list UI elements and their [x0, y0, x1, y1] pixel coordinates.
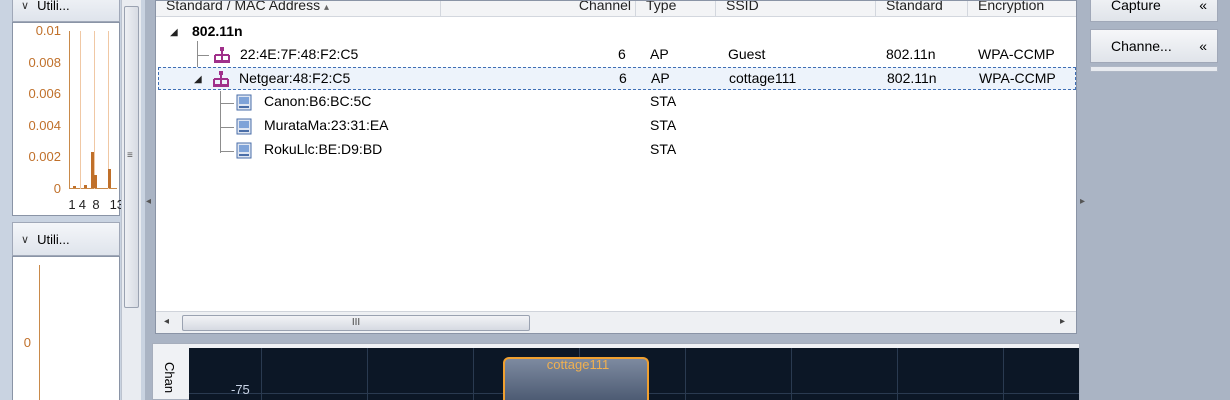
- column-header-type[interactable]: Type: [636, 1, 716, 17]
- group-row[interactable]: ◢ 802.11n: [156, 21, 1076, 44]
- row-name: Netgear:48:F2:C5: [239, 70, 351, 86]
- row-type: STA: [650, 117, 677, 133]
- scroll-grip-icon: ≡: [127, 150, 133, 161]
- collapse-chevron-icon-2[interactable]: ∨: [21, 233, 29, 246]
- row-name: RokuLlc:BE:D9:BD: [264, 141, 383, 157]
- expand-triangle-icon[interactable]: ◢: [170, 27, 178, 38]
- station-icon: [236, 94, 252, 111]
- right-splitter-grip-icon[interactable]: ▸: [1080, 196, 1085, 207]
- left-splitter-grip-icon[interactable]: ◂: [146, 196, 151, 207]
- row-encryption: WPA-CCMP: [979, 70, 1056, 86]
- scroll-left-arrow-icon[interactable]: ◂: [164, 316, 169, 327]
- utilization-panel-header-2[interactable]: ∨ Utili...: [12, 222, 120, 256]
- y-tick-label: 0.01: [35, 23, 61, 38]
- row-channel: 6: [618, 46, 626, 62]
- x-tick-label: 1: [68, 197, 76, 212]
- utilization-chart-top: 0.01 0.008 0.006 0.004 0.002 0 1 4 8 13: [12, 22, 124, 216]
- utilization-bar: [107, 169, 111, 188]
- utilization-bar: [83, 184, 87, 188]
- row-standard: 802.11n: [886, 46, 936, 62]
- left-vertical-scrollbar[interactable]: ≡: [121, 0, 141, 400]
- channels-tab[interactable]: Chan: [157, 350, 183, 400]
- left-panel: ∨ Utili... 0.01 0.008 0.006 0.004 0.002 0 1 4 8 1…: [0, 0, 145, 400]
- utilization-chart-bottom: 0: [12, 256, 120, 400]
- access-point-icon: [214, 47, 230, 63]
- horizontal-scroll-thumb[interactable]: III: [182, 315, 530, 331]
- column-header-standard[interactable]: Standard: [876, 1, 968, 17]
- row-ssid: cottage111: [729, 70, 797, 86]
- scroll-grip: III: [351, 317, 361, 328]
- station-icon: [236, 142, 252, 159]
- table-row[interactable]: MurataMa:23:31:EA STA: [156, 115, 1076, 138]
- y-tick-label: 0.008: [28, 54, 61, 70]
- row-type: STA: [650, 93, 677, 109]
- utilization-panel-header[interactable]: ∨ Utili...: [12, 0, 120, 22]
- row-encryption: WPA-CCMP: [978, 46, 1055, 62]
- x-tick-label: 8: [92, 197, 100, 212]
- network-channel-label: cottage111: [546, 357, 610, 372]
- collapse-chevron-icon[interactable]: ∨: [21, 0, 29, 12]
- column-header-encryption[interactable]: Encryption: [968, 1, 1076, 17]
- right-panel: Capture « Channe... «: [1090, 0, 1230, 400]
- utilization-panel-title-2: Utili...: [37, 231, 70, 247]
- row-channel: 6: [619, 70, 627, 86]
- column-header-ssid[interactable]: SSID: [716, 1, 876, 17]
- table-row[interactable]: 22:4E:7F:48:F2:C5 6 AP Guest 802.11n WPA…: [156, 44, 1076, 67]
- column-header-channel[interactable]: Channel: [441, 1, 636, 17]
- column-header-name[interactable]: Standard / MAC Address ▴: [156, 1, 441, 17]
- sort-ascending-icon: ▴: [323, 2, 329, 13]
- access-point-icon: [213, 71, 229, 87]
- channels-tab-label: Chan: [162, 362, 177, 394]
- station-icon: [236, 118, 252, 135]
- utilization-bar: [94, 175, 97, 188]
- network-channel-shape[interactable]: cottage111: [503, 357, 649, 400]
- table-header: Standard / MAC Address ▴ Channel Type SS…: [156, 1, 1076, 17]
- utilization-panel-title: Utili...: [37, 0, 70, 13]
- y-tick-label: 0.006: [28, 86, 61, 102]
- capture-panel-button[interactable]: Capture «: [1090, 0, 1218, 22]
- channels-label: Channe...: [1111, 38, 1172, 54]
- capture-label: Capture: [1111, 0, 1161, 13]
- spectrum-panel: Chan -75 cottage111: [152, 343, 1080, 400]
- table-row[interactable]: RokuLlc:BE:D9:BD STA: [156, 139, 1076, 162]
- row-standard: 802.11n: [887, 70, 937, 86]
- spectrum-y-tick: -75: [231, 382, 250, 397]
- row-type: STA: [650, 141, 677, 157]
- collapse-icon[interactable]: «: [1199, 38, 1207, 54]
- y-tick-label: 0.002: [28, 149, 61, 165]
- y-tick-label: 0: [53, 181, 61, 196]
- spectrum-view: -75 cottage111: [189, 348, 1079, 400]
- y-tick-label: 0.004: [28, 117, 61, 133]
- row-type: AP: [650, 46, 669, 62]
- table-row[interactable]: Canon:B6:BC:5C STA: [156, 91, 1076, 114]
- row-name: MurataMa:23:31:EA: [264, 117, 389, 133]
- scroll-right-arrow-icon[interactable]: ▸: [1060, 316, 1065, 327]
- table-horizontal-scrollbar[interactable]: ◂ III ▸: [156, 311, 1076, 333]
- group-label: 802.11n: [192, 23, 243, 39]
- x-tick-label: 4: [78, 197, 86, 212]
- row-name: 22:4E:7F:48:F2:C5: [240, 46, 359, 62]
- channels-panel-button[interactable]: Channe... «: [1090, 29, 1218, 63]
- row-type: AP: [651, 70, 670, 86]
- expand-triangle-icon[interactable]: ◢: [194, 74, 202, 85]
- bottom-chart-y-tick: 0: [23, 335, 31, 350]
- row-name: Canon:B6:BC:5C: [264, 93, 372, 109]
- utilization-bar: [73, 186, 77, 188]
- row-ssid: Guest: [728, 46, 766, 62]
- network-table: Standard / MAC Address ▴ Channel Type SS…: [155, 0, 1077, 334]
- table-row-selected[interactable]: ◢ Netgear:48:F2:C5 6 AP cottage111 802.1…: [158, 67, 1076, 90]
- collapse-icon[interactable]: «: [1199, 0, 1207, 13]
